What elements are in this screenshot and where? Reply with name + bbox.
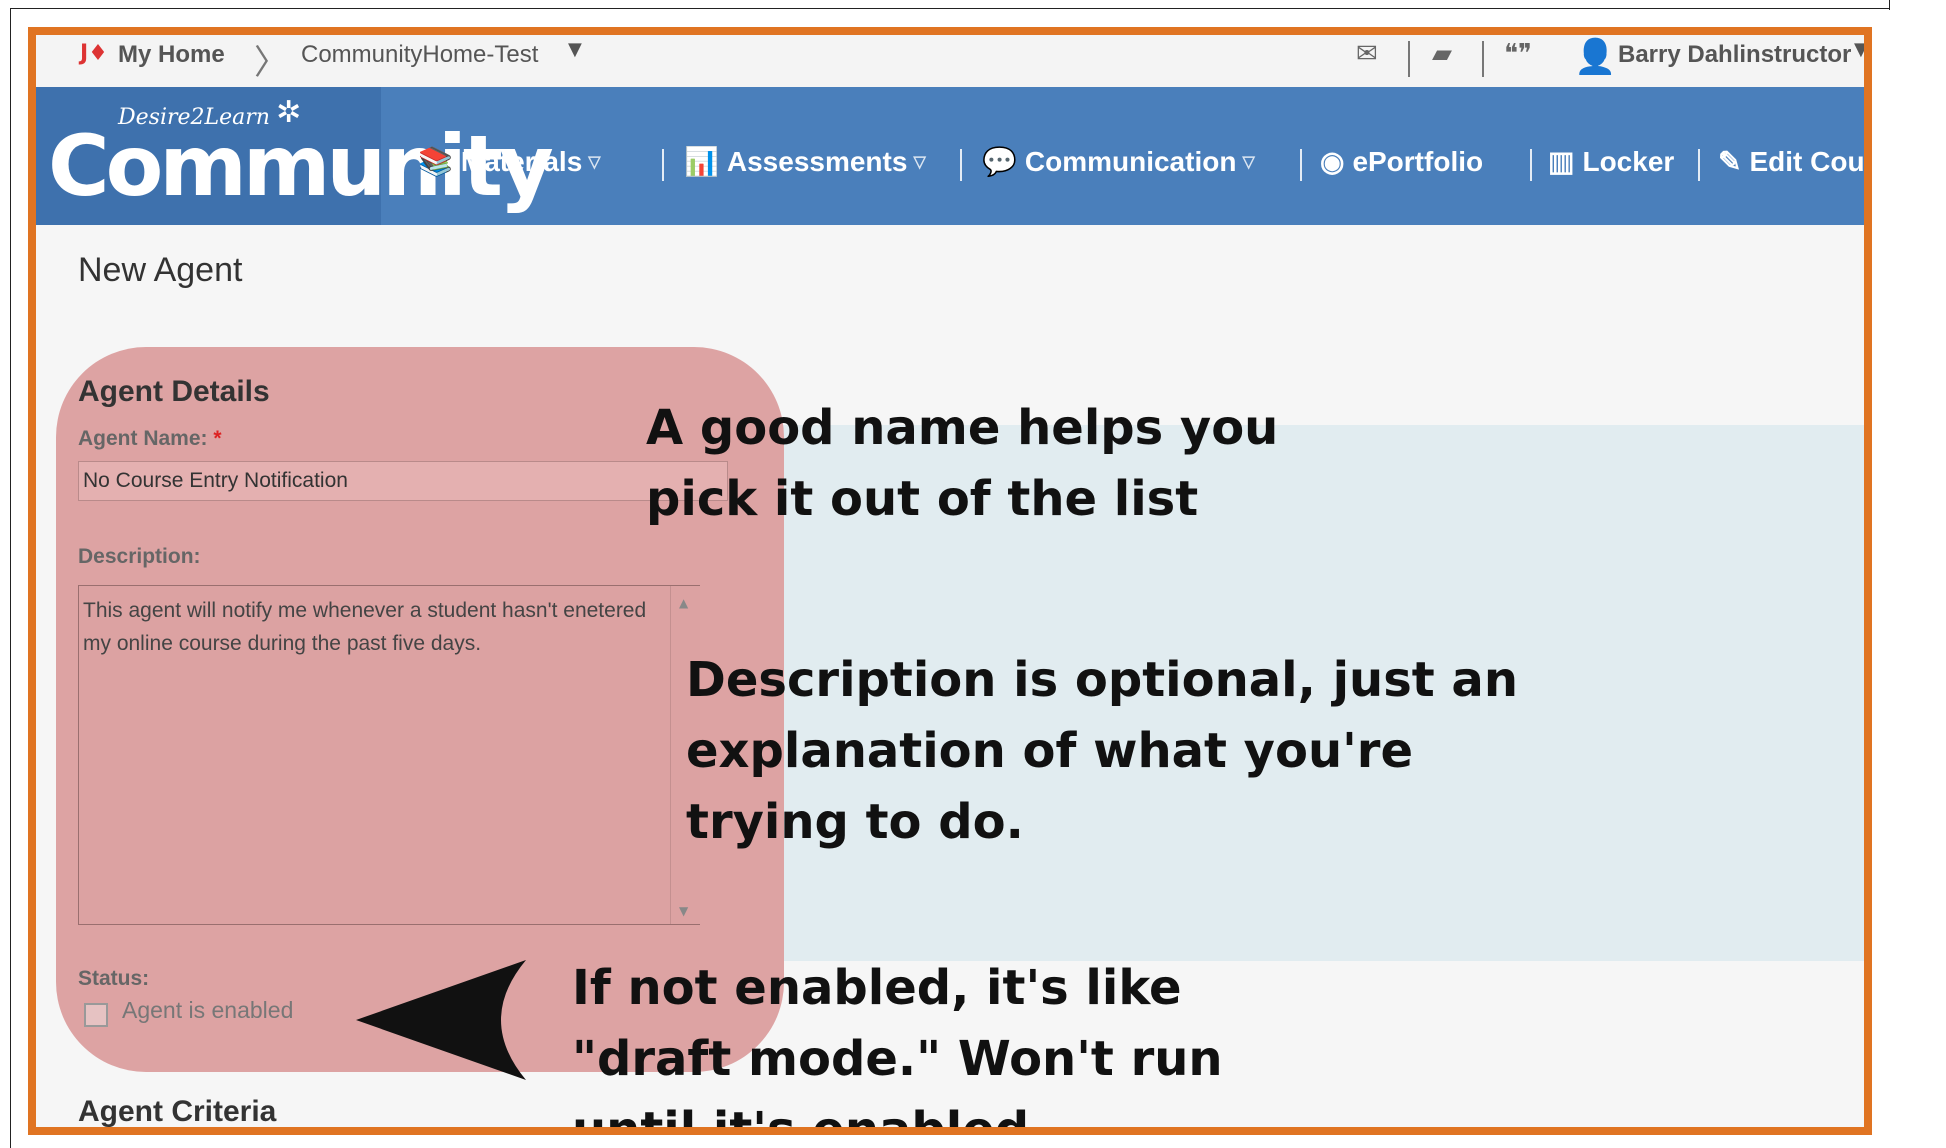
agent-enabled-checkbox[interactable] (84, 1003, 108, 1027)
nav-assessments[interactable]: 📊 Assessments ▽ (684, 145, 926, 178)
org-selector[interactable]: CommunityHome-Test (301, 41, 538, 69)
chevron-down-icon: ▽ (913, 153, 926, 171)
required-marker: * (213, 427, 222, 450)
updates-icon[interactable]: ▰ (1432, 39, 1452, 69)
page-title: New Agent (78, 251, 243, 289)
nav-divider (960, 149, 962, 181)
course-navbar: Desire2Learn ✲ Community 📚 Materials ▽ 📊… (36, 87, 1864, 225)
community-logo[interactable]: Desire2Learn ✲ Community (36, 87, 554, 225)
nav-divider (1698, 149, 1700, 181)
nav-communication[interactable]: 💬 Communication ▽ (982, 145, 1255, 178)
agent-criteria-heading: Agent Criteria (78, 1095, 277, 1128)
user-avatar-icon[interactable]: 👤 (1574, 37, 1616, 77)
chevron-down-icon[interactable]: ▼ (568, 39, 582, 60)
agent-details-heading: Agent Details (78, 375, 270, 408)
agent-name-input[interactable] (78, 461, 728, 501)
annotation-arrow-icon (356, 960, 526, 1080)
nav-materials[interactable]: 📚 Materials ▽ (418, 145, 601, 178)
scroll-up-icon[interactable]: ▲ (679, 596, 688, 610)
nav-divider (1300, 149, 1302, 181)
nav-label: ePortfolio (1352, 145, 1484, 177)
agent-name-label-text: Agent Name: (78, 427, 208, 450)
d2l-home-icon[interactable]: J♦ (80, 41, 108, 66)
annotation-description-note: Description is optional, just an explana… (686, 652, 1518, 850)
scroll-down-icon[interactable]: ▼ (679, 904, 688, 918)
annotation-name-note: A good name helps you pick it out of the… (646, 400, 1279, 527)
chevron-down-icon: ▽ (588, 153, 601, 171)
my-home-link[interactable]: My Home (118, 41, 225, 69)
user-name[interactable]: Barry Dahlinstructor (1618, 41, 1851, 69)
annotated-screenshot-frame: J♦ My Home 〉 CommunityHome-Test ▼ ✉ ▰ ❝❞… (28, 27, 1872, 1135)
annotation-status-note: If not enabled, it's like "draft mode." … (572, 960, 1223, 1135)
agent-enabled-label[interactable]: Agent is enabled (122, 997, 293, 1024)
chevron-down-icon[interactable]: ▼ (1854, 39, 1864, 60)
chevron-down-icon: ▽ (1242, 153, 1255, 171)
nav-divider (662, 149, 664, 181)
breadcrumb-separator: 〉 (254, 43, 288, 83)
messages-icon[interactable]: ✉ (1356, 39, 1378, 69)
agent-name-label: Agent Name: * (78, 427, 222, 451)
nav-label: Materials (460, 145, 583, 177)
nav-label: Communication (1024, 145, 1237, 177)
page-border-top (10, 8, 1890, 9)
description-label: Description: (78, 545, 201, 568)
nav-label: Edit Course (1749, 145, 1865, 177)
minibar: J♦ My Home 〉 CommunityHome-Test ▼ ✉ ▰ ❝❞… (36, 35, 1864, 87)
edit-course-icon: ✎ (1718, 146, 1742, 177)
materials-icon: 📚 (418, 146, 453, 177)
locker-icon: ▥ (1548, 146, 1575, 177)
nav-edit-course[interactable]: ✎ Edit Course (1718, 145, 1865, 178)
assessments-icon: 📊 (684, 146, 719, 177)
screenshot-canvas: J♦ My Home 〉 CommunityHome-Test ▼ ✉ ▰ ❝❞… (0, 0, 1946, 1148)
page-border-right (1889, 0, 1890, 10)
divider (1482, 41, 1484, 77)
nav-label: Assessments (726, 145, 908, 177)
nav-divider (1530, 149, 1532, 181)
nav-label: Locker (1582, 145, 1675, 177)
nav-locker[interactable]: ▥ Locker (1548, 145, 1674, 178)
description-textarea[interactable]: This agent will notify me whenever a stu… (78, 585, 700, 925)
communication-icon: 💬 (982, 146, 1017, 177)
eportfolio-icon: ◉ (1320, 146, 1345, 177)
subscriptions-icon[interactable]: ❝❞ (1504, 39, 1532, 69)
nav-eportfolio[interactable]: ◉ ePortfolio (1320, 145, 1483, 178)
page-border-left (10, 8, 11, 1148)
status-label: Status: (78, 967, 150, 990)
divider (1408, 41, 1410, 77)
